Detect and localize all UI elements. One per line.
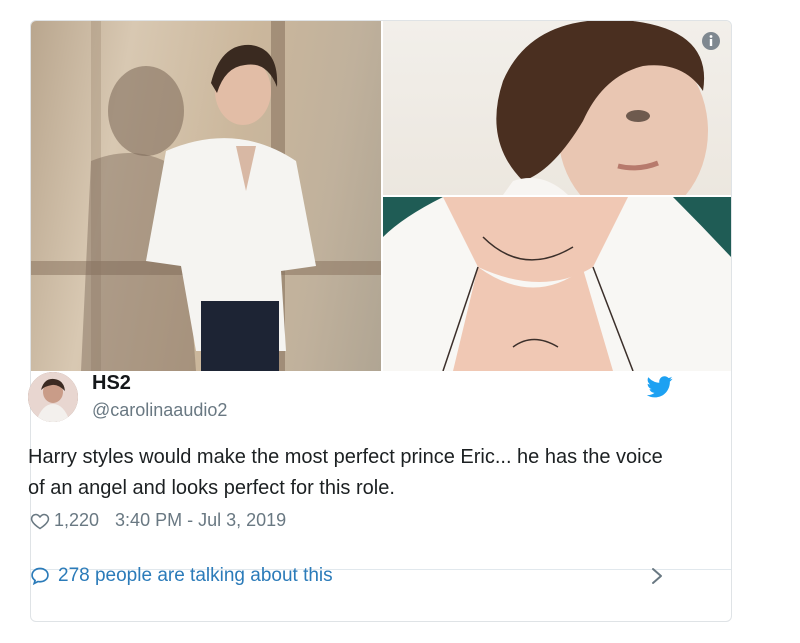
avatar-image <box>28 372 78 422</box>
tweet-media-grid <box>31 21 731 371</box>
embedded-tweet-card <box>30 20 732 622</box>
heart-icon[interactable] <box>30 511 50 531</box>
info-icon[interactable] <box>701 31 721 51</box>
tweet-timestamp[interactable]: 3:40 PM - Jul 3, 2019 <box>115 510 286 531</box>
photo-bottom-right-illustration <box>383 197 731 371</box>
twitter-bird-icon[interactable] <box>647 376 673 398</box>
talking-about-this-link[interactable]: 278 people are talking about this <box>58 565 333 587</box>
like-count[interactable]: 1,220 <box>54 510 99 531</box>
photo-top-right-illustration <box>496 21 708 195</box>
tweet-text: Harry styles would make the most perfect… <box>28 446 663 499</box>
media-photo-bottom-right[interactable] <box>383 197 731 371</box>
media-photo-left[interactable] <box>31 21 381 371</box>
media-photo-top-right[interactable] <box>383 21 731 195</box>
tweet-meta: 1,220 3:40 PM - Jul 3, 2019 <box>30 510 286 531</box>
photo-left-illustration <box>31 21 381 371</box>
author-handle[interactable]: @carolinaaudio2 <box>92 400 227 421</box>
chevron-right-icon[interactable] <box>650 566 664 586</box>
author-display-name[interactable]: HS2 <box>92 372 131 395</box>
speech-bubble-icon[interactable] <box>30 566 50 586</box>
avatar[interactable] <box>28 372 78 422</box>
